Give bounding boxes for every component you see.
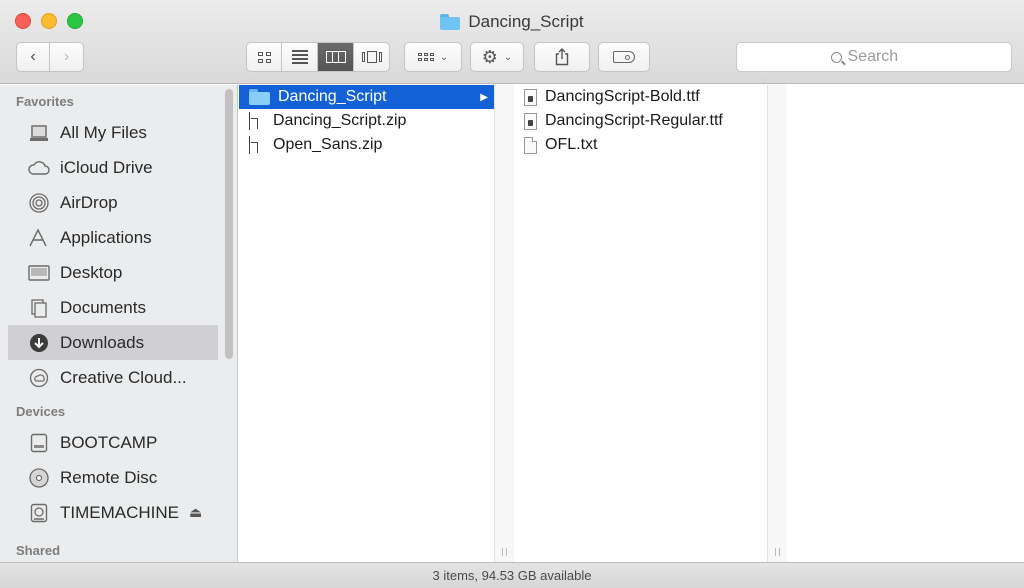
arrange-icon [417,53,434,61]
eject-icon[interactable]: ⏏ [189,504,202,521]
sidebar-item-label: Creative Cloud... [60,367,187,387]
column-view-button[interactable] [318,42,354,72]
chevron-down-icon: ⌄ [439,51,449,63]
desktop-icon [28,262,50,284]
disc-icon [28,467,50,489]
chevron-right-icon: › [63,48,70,65]
cover-flow-icon [361,51,382,63]
column-resize-handle-2[interactable] [768,85,787,562]
sidebar-item-timemachine[interactable]: TIMEMACHINE ⏏ [0,495,237,530]
file-name: Dancing_Script.zip [273,112,407,129]
disclosure-arrow-icon: ▶ [480,91,488,103]
file-name: OFL.txt [545,136,598,153]
action-button[interactable]: ⚙ ⌄ [470,42,524,72]
sidebar-scrollbar[interactable] [225,89,233,359]
chevron-left-icon: ‹ [30,48,36,65]
gear-icon: ⚙ [481,46,498,67]
sidebar-item-desktop[interactable]: Desktop [0,255,237,290]
file-name: DancingScript-Regular.ttf [545,112,723,129]
browser-column-1: Dancing_Script ▶ Dancing_Script.zip Open… [239,85,495,562]
file-row-dancing-script-folder[interactable]: Dancing_Script ▶ [239,85,494,109]
sidebar-item-label: Downloads [60,332,145,352]
list-view-button[interactable] [282,42,318,72]
sidebar-item-label: Desktop [60,262,123,282]
file-name: Open_Sans.zip [273,136,383,153]
timemachine-icon [28,502,50,524]
zip-file-icon [249,136,265,154]
arrange-button[interactable]: ⌄ [404,42,462,72]
sidebar-item-label: Documents [60,297,146,317]
sidebar-header-devices: Devices [16,404,66,419]
sidebar-item-remote-disc[interactable]: Remote Disc [0,460,237,495]
file-name: Dancing_Script [278,88,387,105]
tags-button[interactable] [598,42,650,72]
search-field[interactable] [736,42,1012,72]
file-row-dancing-script-zip[interactable]: Dancing_Script.zip [239,109,494,133]
share-button[interactable] [534,42,590,72]
zip-file-icon [249,112,265,130]
sidebar-item-label: BOOTCAMP [60,432,158,452]
font-file-icon [524,88,537,106]
back-button[interactable]: ‹ [16,42,50,72]
sidebar-item-label: AirDrop [60,192,118,212]
folder-icon [440,14,461,30]
navigation-buttons: ‹ › [16,42,84,72]
all-files-icon [28,122,50,144]
sidebar-item-label: iCloud Drive [60,157,153,177]
icon-view-icon [257,51,271,63]
airdrop-icon [28,192,50,214]
folder-icon [249,89,270,105]
sidebar-item-airdrop[interactable]: AirDrop [0,185,237,220]
file-row-ofl-txt[interactable]: OFL.txt [514,133,767,157]
browser-column-2: DancingScript-Bold.ttf DancingScript-Reg… [514,85,768,562]
search-input[interactable] [847,48,918,66]
sidebar-item-icloud-drive[interactable]: iCloud Drive [0,150,237,185]
icon-view-button[interactable] [246,42,282,72]
file-row-dancingscript-regular[interactable]: DancingScript-Regular.ttf [514,109,767,133]
status-text: 3 items, 94.53 GB available [432,568,592,583]
cover-flow-button[interactable] [354,42,390,72]
disk-icon [28,432,50,454]
file-name: DancingScript-Bold.ttf [545,88,700,105]
column-resize-handle-1[interactable] [495,85,514,562]
sidebar-header-shared: Shared [16,543,61,558]
column-view-icon [325,51,346,63]
grip-icon [775,548,780,556]
sidebar-item-documents[interactable]: Documents [0,290,237,325]
share-icon [555,48,569,66]
list-view-icon [291,50,308,64]
window-toolbar: Dancing_Script ‹ › ⌄ ⚙ ⌄ [0,0,1024,84]
view-mode-buttons [246,42,390,72]
sidebar-item-label: Remote Disc [60,467,158,487]
sidebar-item-label: TIMEMACHINE [60,502,179,522]
forward-button[interactable]: › [50,42,84,72]
search-icon [830,51,842,63]
tag-icon [613,51,635,63]
window-title: Dancing_Script [0,12,1024,32]
text-file-icon [524,136,537,154]
font-file-icon [524,112,537,130]
chevron-down-icon: ⌄ [503,51,513,63]
file-row-open-sans-zip[interactable]: Open_Sans.zip [239,133,494,157]
sidebar-item-label: All My Files [60,122,147,142]
grip-icon [502,548,507,556]
creative-cloud-icon [28,367,50,389]
cloud-icon [28,157,50,179]
sidebar-item-bootcamp[interactable]: BOOTCAMP [0,425,237,460]
sidebar-item-applications[interactable]: Applications [0,220,237,255]
browser-column-3[interactable] [787,85,1024,562]
sidebar-item-all-my-files[interactable]: All My Files [0,115,237,150]
documents-icon [28,297,50,319]
file-row-dancingscript-bold[interactable]: DancingScript-Bold.ttf [514,85,767,109]
sidebar-item-creative-cloud[interactable]: Creative Cloud... [0,360,237,395]
sidebar-item-downloads[interactable]: Downloads [8,325,218,360]
window-title-text: Dancing_Script [468,12,584,31]
applications-icon [28,227,50,249]
sidebar-item-label: Applications [60,227,152,247]
status-bar: 3 items, 94.53 GB available [0,562,1024,588]
downloads-icon [28,332,50,354]
sidebar: Favorites All My Files iCloud Drive AirD… [0,85,238,562]
sidebar-header-favorites: Favorites [16,94,74,109]
